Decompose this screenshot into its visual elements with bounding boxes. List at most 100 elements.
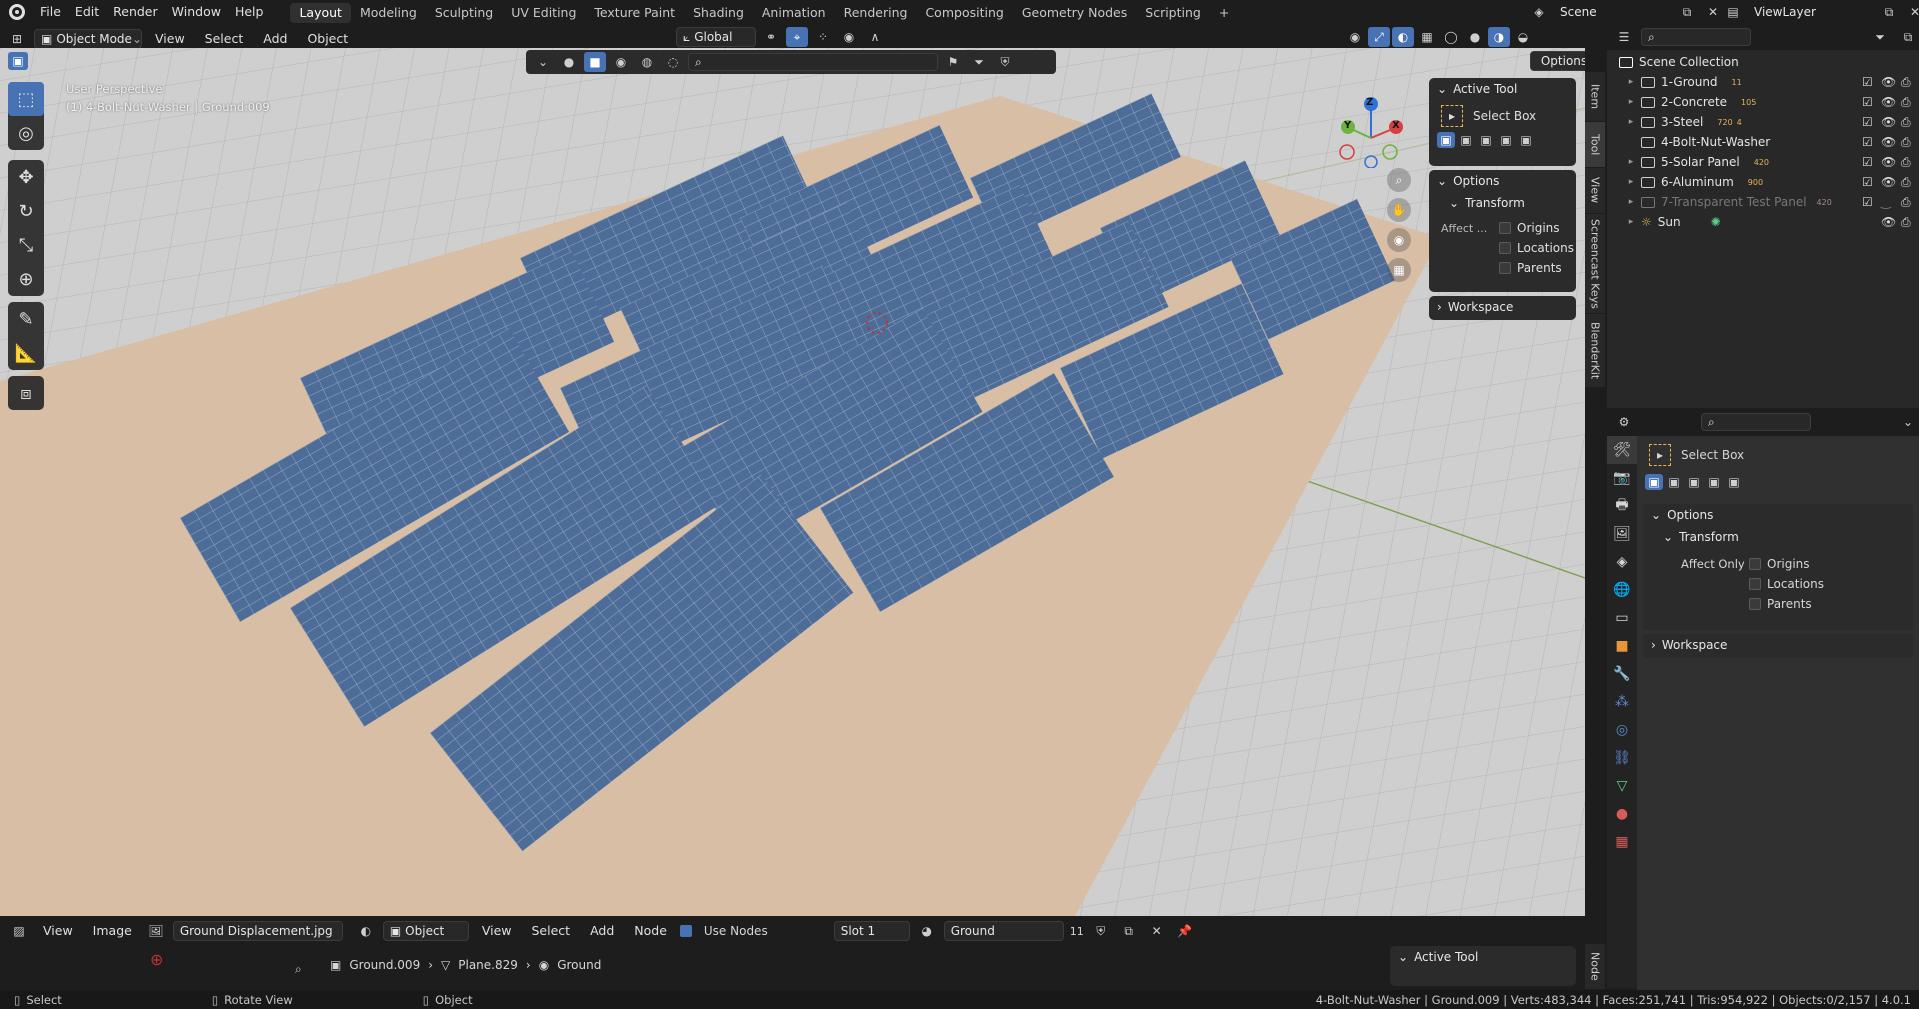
tab-sculpting[interactable]: Sculpting xyxy=(426,3,502,23)
eye-icon[interactable]: 👁 xyxy=(1881,215,1896,229)
node-menu-node[interactable]: Node xyxy=(627,919,674,943)
image-name-field[interactable]: Ground Displacement.jpg xyxy=(172,921,343,941)
outliner-filter-icon[interactable]: ⏷ xyxy=(1869,27,1891,47)
scale-tool-icon[interactable]: ⤡ xyxy=(8,228,44,262)
viewlayer-icon[interactable]: ▤ xyxy=(1722,2,1744,22)
image-menu-view[interactable]: View xyxy=(36,919,80,943)
snap-target-icon[interactable]: ⁘ xyxy=(812,27,834,47)
camera-filter-icon[interactable]: ◍ xyxy=(636,52,658,72)
falloff-icon[interactable]: ∧ xyxy=(864,27,886,47)
constraints-tab-icon[interactable]: ⛓ xyxy=(1607,744,1637,772)
tab-view[interactable]: View xyxy=(1585,168,1605,214)
outliner-search-input[interactable]: ⌕ xyxy=(1641,28,1751,46)
expand-icon[interactable]: ▸ xyxy=(1625,77,1637,87)
tab-tool[interactable]: Tool xyxy=(1585,122,1605,168)
duplicate-material-icon[interactable]: ⧉ xyxy=(1118,921,1140,941)
material-tab-icon[interactable]: ● xyxy=(1607,800,1637,828)
material-browse-icon[interactable]: ◕ xyxy=(916,921,938,941)
menu-help[interactable]: Help xyxy=(228,0,271,24)
physics-tab-icon[interactable]: ◎ xyxy=(1607,716,1637,744)
parents-checkbox[interactable] xyxy=(1499,262,1511,274)
new-collection-icon[interactable]: ⧉ xyxy=(1897,27,1919,47)
cursor-tool-icon[interactable]: ◎ xyxy=(8,116,44,150)
menu-edit[interactable]: Edit xyxy=(68,0,106,24)
unlink-material-icon[interactable]: ✕ xyxy=(1146,921,1168,941)
filter-chevron-icon[interactable]: ⌄ xyxy=(532,52,554,72)
zoom-icon[interactable]: ⌕ xyxy=(1387,168,1411,192)
exclude-checkbox-icon[interactable]: ☑ xyxy=(1862,135,1873,149)
snap-icon[interactable]: ⌖ xyxy=(786,27,808,47)
properties-editor-icon[interactable]: ⚙ xyxy=(1613,412,1635,432)
add-workspace-button[interactable]: + xyxy=(1210,3,1238,23)
eye-icon[interactable]: 👁 xyxy=(1881,95,1896,109)
select-box-tool-icon[interactable]: ⬚ xyxy=(8,82,44,116)
mode-extend-icon[interactable]: ▣ xyxy=(1457,132,1475,148)
locations-checkbox[interactable] xyxy=(1749,578,1761,590)
node-editor-area[interactable]: ⊕ ⌕ ▣ Ground.009 › ▽ Plane.829 › ◉ Ground ⌄… xyxy=(0,944,1605,990)
add-cube-tool-icon[interactable]: ⧈ xyxy=(8,376,44,410)
props-workspace-panel[interactable]: › Workspace xyxy=(1643,634,1913,658)
solid-shading-icon[interactable]: ● xyxy=(1464,27,1486,47)
pin-icon[interactable]: 📌 xyxy=(1174,921,1196,941)
new-viewlayer-icon[interactable]: ⧉ xyxy=(1878,2,1900,22)
expand-icon[interactable]: ▸ xyxy=(1625,97,1637,107)
transform-tool-icon[interactable]: ⊕ xyxy=(8,262,44,296)
texture-tab-icon[interactable]: ▦ xyxy=(1607,828,1637,856)
fake-user-icon[interactable]: ⛨ xyxy=(1090,921,1112,941)
data-tab-icon[interactable]: ▽ xyxy=(1607,772,1637,800)
expand-icon[interactable]: ▸ xyxy=(1625,217,1637,227)
mesh-filter-icon[interactable]: ■ xyxy=(584,52,606,72)
tab-animation[interactable]: Animation xyxy=(753,3,835,23)
properties-search-input[interactable]: ⌕ xyxy=(1701,413,1811,431)
filter-icon[interactable]: ⏷ xyxy=(968,52,990,72)
camera-icon[interactable]: ⎙ xyxy=(1901,75,1911,90)
view-layer-tab-icon[interactable]: 🖼 xyxy=(1607,520,1637,548)
overlays-icon[interactable]: ◐ xyxy=(1392,27,1414,47)
select-intersect-icon[interactable]: ▣ xyxy=(74,52,94,70)
rendered-shading-icon[interactable]: ◒ xyxy=(1512,27,1534,47)
outliner-row[interactable]: ▸ 5-Solar Panel 420 ☑ 👁 ⎙ xyxy=(1615,152,1919,172)
eye-icon[interactable]: 👁 xyxy=(1881,155,1896,169)
scene-field[interactable]: Scene xyxy=(1554,2,1672,22)
tab-scripting[interactable]: Scripting xyxy=(1136,3,1210,23)
editor-type-icon[interactable]: ⊞ xyxy=(6,29,28,49)
outliner-row[interactable]: ▸ 6-Aluminum 900 ☑ 👁 ⎙ xyxy=(1615,172,1919,192)
props-transform-header[interactable]: ⌄ Transform xyxy=(1643,526,1913,548)
other-filter-icon[interactable]: ◌ xyxy=(662,52,684,72)
eye-icon[interactable]: 👁 xyxy=(1881,75,1896,89)
camera-icon[interactable]: ⎙ xyxy=(1901,115,1911,130)
origins-checkbox[interactable] xyxy=(1499,222,1511,234)
camera-view-icon[interactable]: ◉ xyxy=(1387,228,1411,252)
eye-icon[interactable]: 👁 xyxy=(1881,115,1896,129)
move-tool-icon[interactable]: ✥ xyxy=(8,160,44,194)
scene-tab-icon[interactable]: ◈ xyxy=(1607,548,1637,576)
tab-geometry-nodes[interactable]: Geometry Nodes xyxy=(1013,3,1136,23)
outliner-row[interactable]: ▸ 1-Ground 11 ☑ 👁 ⎙ xyxy=(1615,72,1919,92)
proportional-edit-icon[interactable]: ◉ xyxy=(838,27,860,47)
expand-icon[interactable]: ▸ xyxy=(1625,177,1637,187)
bookmark-icon[interactable]: ⚑ xyxy=(942,52,964,72)
mode-subtract-icon[interactable]: ▣ xyxy=(1685,474,1703,490)
tab-rendering[interactable]: Rendering xyxy=(835,3,917,23)
rotate-tool-icon[interactable]: ↻ xyxy=(8,194,44,228)
mode-set-icon[interactable]: ▣ xyxy=(1645,474,1663,490)
viewlayer-field[interactable]: ViewLayer xyxy=(1748,2,1874,22)
options-dropdown[interactable]: Options xyxy=(1530,51,1585,71)
wireframe-shading-icon[interactable]: ◯ xyxy=(1440,27,1462,47)
mode-dropdown[interactable]: ▣ Object Mode ⌄ xyxy=(34,29,142,49)
pan-hand-icon[interactable]: ✋ xyxy=(1387,198,1411,222)
pivot-point-icon[interactable]: ⚭ xyxy=(760,27,782,47)
expand-icon[interactable]: ▸ xyxy=(1625,197,1637,207)
menu-file[interactable]: File xyxy=(33,0,68,24)
viewport-search-input[interactable]: ⌕ xyxy=(688,53,938,71)
blender-logo-icon[interactable] xyxy=(9,4,25,20)
breadcrumb-object[interactable]: Ground.009 xyxy=(349,958,420,972)
outliner-row[interactable]: ▸ 7-Transparent Test Panel 420 ☑ ‿ ⎙ xyxy=(1615,192,1919,212)
visibility-icon[interactable]: ◉ xyxy=(1344,27,1366,47)
output-tab-icon[interactable]: 🖶 xyxy=(1607,492,1637,520)
select-box-icon[interactable]: ▸ xyxy=(1441,105,1463,127)
camera-icon[interactable]: ⎙ xyxy=(1901,95,1911,110)
origins-checkbox[interactable] xyxy=(1749,558,1761,570)
tab-compositing[interactable]: Compositing xyxy=(916,3,1012,23)
image-menu-image[interactable]: Image xyxy=(86,919,139,943)
